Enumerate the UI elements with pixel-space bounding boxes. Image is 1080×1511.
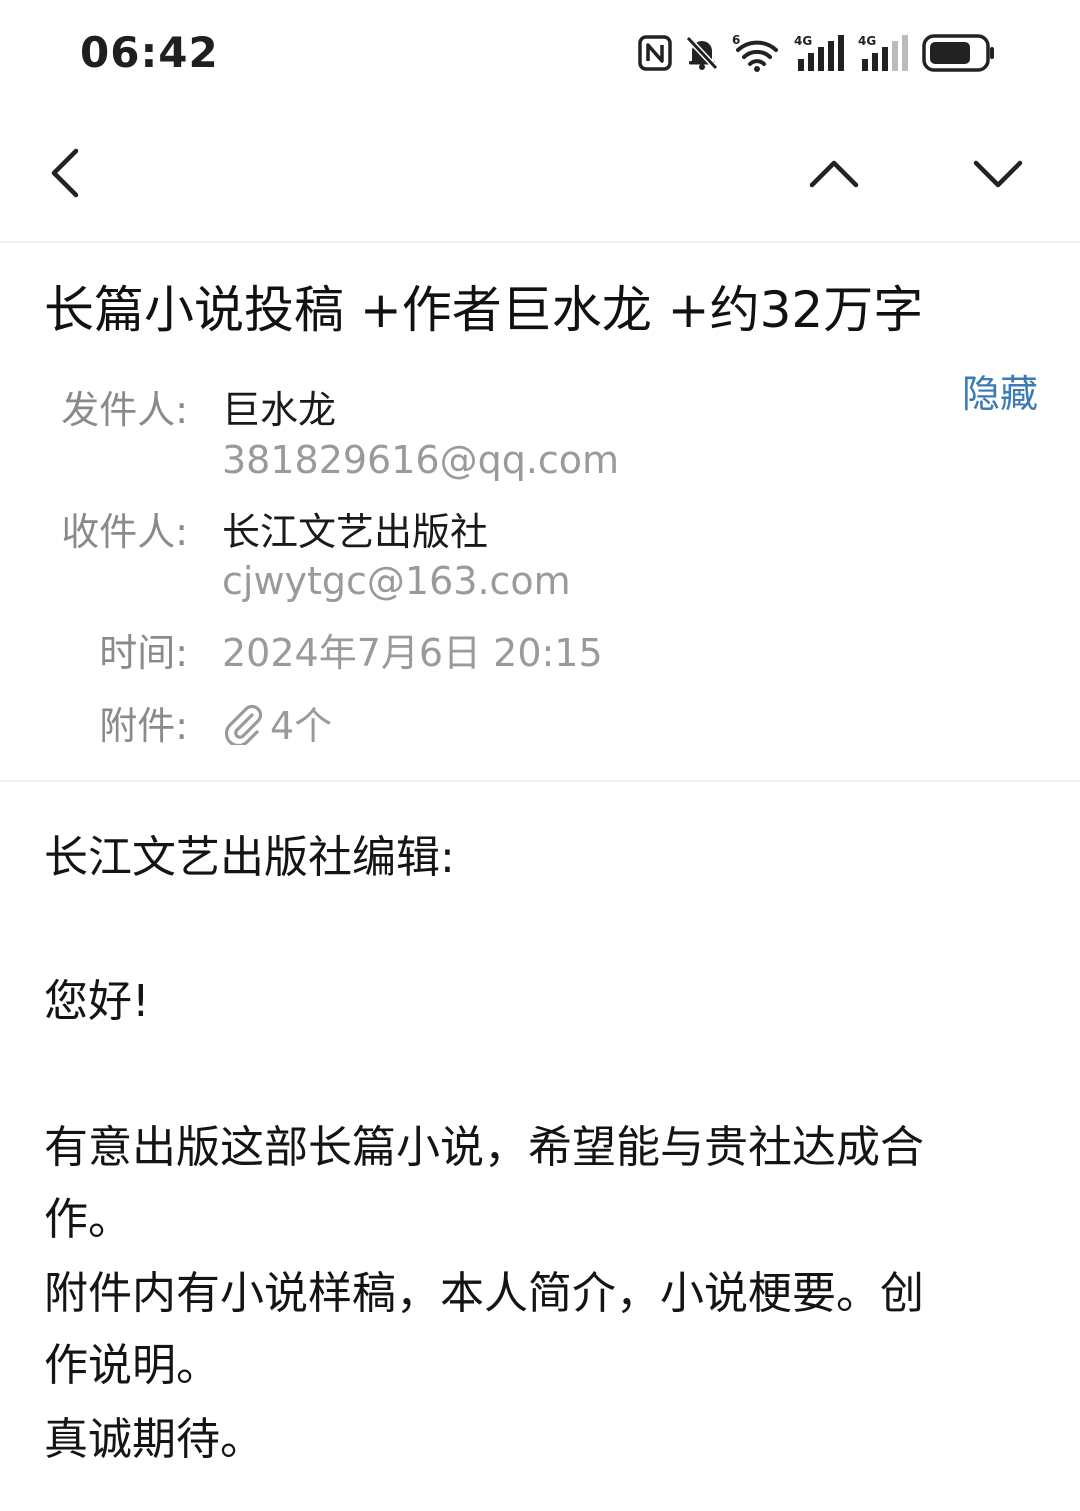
attachment-count: 4个 bbox=[270, 704, 333, 748]
chevron-left-icon bbox=[46, 147, 86, 203]
attachment-link[interactable]: 4个 bbox=[222, 702, 332, 750]
body-line: 您好! bbox=[44, 976, 150, 1027]
back-button[interactable] bbox=[34, 143, 98, 207]
header-divider bbox=[0, 780, 1080, 782]
recipient-label: 收件人: bbox=[61, 510, 188, 554]
status-icons: 6 4G 4G bbox=[638, 32, 996, 74]
body-line: 作。 bbox=[44, 1194, 132, 1245]
nav-bar bbox=[0, 105, 1080, 243]
next-email-button[interactable] bbox=[966, 143, 1030, 207]
hide-details-link[interactable]: 隐藏 bbox=[962, 370, 1038, 418]
nfc-icon bbox=[638, 35, 672, 71]
status-time: 06:42 bbox=[80, 28, 219, 77]
email-subject: 长篇小说投稿 +作者巨水龙 +约32万字 bbox=[44, 281, 924, 339]
signal-4g-icon: 4G bbox=[794, 33, 846, 73]
wifi-icon: 6 bbox=[732, 33, 782, 73]
signal-4g-icon: 4G bbox=[858, 33, 910, 73]
time-label: 时间: bbox=[99, 631, 188, 675]
chevron-up-icon bbox=[808, 155, 860, 195]
wifi-badge: 6 bbox=[732, 33, 740, 47]
body-line: 作说明。 bbox=[44, 1340, 220, 1391]
body-line: 附件内有小说样稿，本人简介，小说梗要。创 bbox=[44, 1268, 924, 1319]
recipient-name[interactable]: 长江文艺出版社 bbox=[222, 508, 488, 556]
bell-muted-icon bbox=[684, 34, 720, 72]
paperclip-icon bbox=[222, 703, 264, 749]
body-line: 有意出版这部长篇小说，希望能与贵社达成合 bbox=[44, 1122, 924, 1173]
network-label: 4G bbox=[794, 34, 812, 48]
body-line: 真诚期待。 bbox=[44, 1414, 264, 1465]
previous-email-button[interactable] bbox=[802, 143, 866, 207]
status-bar: 06:42 6 4G 4G bbox=[0, 0, 1080, 105]
sender-email[interactable]: 381829616@qq.com bbox=[222, 436, 619, 484]
chevron-down-icon bbox=[972, 155, 1024, 195]
recipient-email[interactable]: cjwytgc@163.com bbox=[222, 557, 571, 605]
sender-label: 发件人: bbox=[61, 388, 188, 432]
battery-icon bbox=[922, 34, 996, 72]
attachment-label: 附件: bbox=[99, 704, 188, 748]
network-label: 4G bbox=[858, 34, 876, 48]
time-value: 2024年7月6日 20:15 bbox=[222, 631, 603, 675]
body-line: 长江文艺出版社编辑: bbox=[44, 832, 455, 883]
sender-name[interactable]: 巨水龙 bbox=[222, 386, 336, 434]
